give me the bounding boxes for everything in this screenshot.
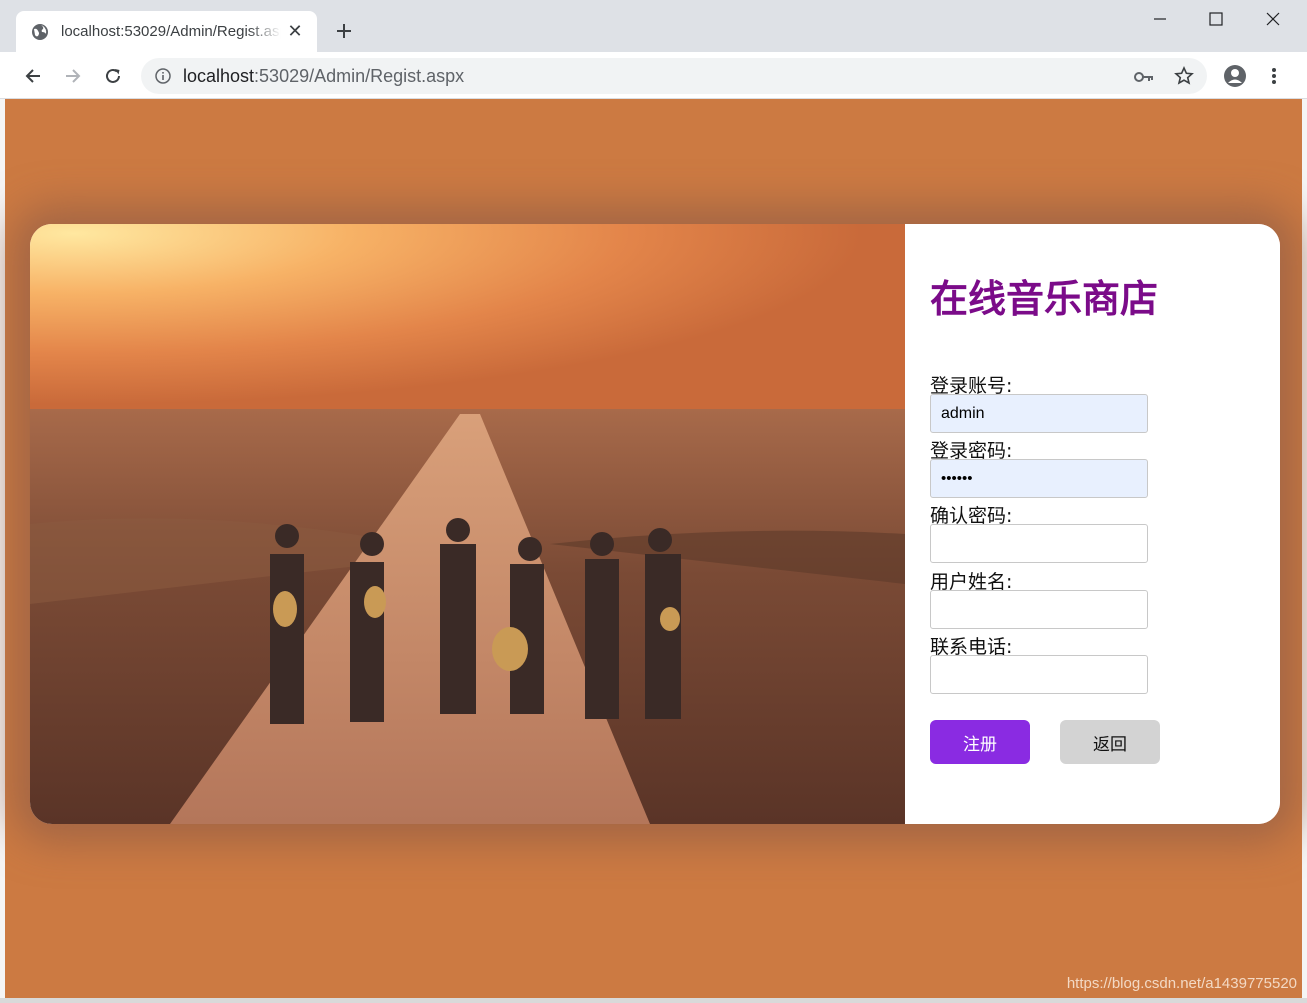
star-icon[interactable] [1173,65,1195,87]
address-bar[interactable]: localhost:53029/Admin/Regist.aspx [141,58,1207,94]
plus-icon[interactable] [330,17,358,45]
phone-field[interactable] [930,655,1148,694]
minimize-icon[interactable] [1137,4,1183,34]
address-url: localhost:53029/Admin/Regist.aspx [183,66,464,87]
account-field[interactable]: admin [930,394,1148,433]
back-arrow-icon[interactable] [18,61,48,91]
browser-toolbar: localhost:53029/Admin/Regist.aspx [0,52,1307,99]
watermark: https://blog.csdn.net/a1439775520 [1066,975,1297,992]
hero-image [30,224,905,824]
window-edge-bottom [0,998,1307,1003]
forward-arrow-icon[interactable] [58,61,88,91]
tab-title: localhost:53029/Admin/Regist.aspx [61,23,281,40]
url-path: :53029/Admin/Regist.aspx [254,65,465,86]
key-icon[interactable] [1133,66,1155,88]
register-form: 在线音乐商店 登录账号: admin 登录密码: •••••• 确认密码: 用户… [905,224,1280,824]
register-button[interactable]: 注册 [930,720,1030,764]
window-edge-right [1302,99,1307,1003]
globe-icon [30,22,50,42]
reload-icon[interactable] [98,61,128,91]
confirm-password-field[interactable] [930,524,1148,563]
window-close-icon[interactable] [1250,4,1296,34]
tab-strip: localhost:53029/Admin/Regist.aspx ✕ [0,0,1307,52]
url-host: localhost [183,65,255,86]
user-name-field[interactable] [930,590,1148,629]
close-icon[interactable]: ✕ [285,21,305,42]
info-icon[interactable] [154,67,172,85]
maximize-icon[interactable] [1193,4,1239,34]
page-title: 在线音乐商店 [930,277,1159,321]
menu-dots-icon[interactable] [1259,61,1289,91]
register-card: 在线音乐商店 登录账号: admin 登录密码: •••••• 确认密码: 用户… [30,224,1280,824]
back-button[interactable]: 返回 [1060,720,1160,764]
account-icon[interactable] [1220,61,1250,91]
browser-tab[interactable]: localhost:53029/Admin/Regist.aspx ✕ [16,11,317,52]
password-field[interactable]: •••••• [930,459,1148,498]
